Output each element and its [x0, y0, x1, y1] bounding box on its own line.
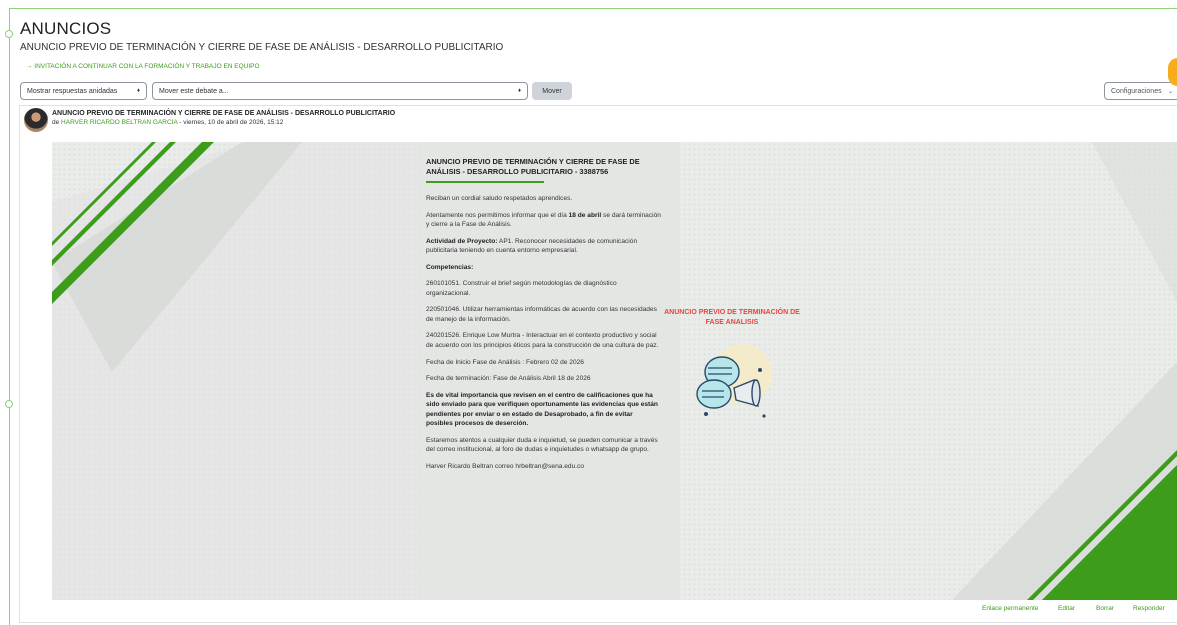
move-discussion-select[interactable]: Mover este debate a... ♦ [152, 82, 528, 100]
signature: Harver Ricardo Beltran correo hrbeltran@… [426, 462, 585, 470]
edit-link[interactable]: Editar [1058, 605, 1075, 612]
heading-underline [426, 180, 544, 183]
invite-link[interactable]: → INVITACIÓN A CONTINUAR CON LA FORMACIÓ… [26, 63, 260, 70]
post-author-link[interactable]: HARVER RICARDO BELTRAN GARCIA [61, 119, 177, 126]
activity-label: Actividad de Proyecto: [426, 237, 498, 245]
post-by: de [52, 119, 60, 126]
move-button[interactable]: Mover [532, 82, 572, 100]
activity-paragraph: Actividad de Proyecto: AP1. Reconocer ne… [426, 237, 661, 256]
megaphone-chat-icon [696, 344, 772, 418]
post-date: - viernes, 10 de abril de 2026, 15:12 [177, 119, 284, 126]
notification-badge[interactable] [1168, 58, 1177, 86]
sort-arrows-icon: ♦ [136, 88, 140, 94]
region-border-top [9, 8, 1177, 9]
region-handle-top [5, 30, 13, 38]
competencias-heading: Competencias: [426, 263, 661, 273]
reply-link[interactable]: Responder [1133, 605, 1165, 612]
end-date: Fecha de terminación: Fase de Análisis A… [426, 375, 591, 383]
post-meta: de HARVER RICARDO BELTRAN GARCIA - viern… [52, 119, 283, 126]
post-title: ANUNCIO PREVIO DE TERMINACIÓN Y CIERRE D… [52, 110, 396, 117]
page-title: ANUNCIOS [20, 19, 112, 38]
chevron-down-icon: ⌄ [1167, 88, 1173, 95]
sort-arrows-icon: ♦ [517, 88, 521, 94]
announcement-body: ANUNCIO PREVIO DE TERMINACIÓN Y CIERRE D… [426, 157, 661, 478]
delete-link[interactable]: Borrar [1096, 605, 1114, 612]
announcement-heading: ANUNCIO PREVIO DE TERMINACIÓN Y CIERRE D… [426, 157, 640, 176]
avatar[interactable] [24, 108, 48, 132]
important-text: Es de vital importancia que revisen en e… [426, 391, 658, 428]
closing-date-paragraph: Atentamente nos permitimos informar que … [426, 211, 661, 230]
side-title: ANUNCIO PREVIO DE TERMINACIÓN DE FASE AN… [664, 309, 800, 327]
important-notice: Es de vital importancia que revisen en e… [426, 391, 661, 429]
region-handle-middle [5, 400, 13, 408]
competencias-label: Competencias: [426, 263, 474, 271]
competency-3: 240201526. Enrique Low Murtra - Interact… [426, 332, 659, 349]
display-mode-select[interactable]: Mostrar respuestas anidadas ♦ [20, 82, 147, 100]
settings-dropdown[interactable]: Configuraciones ⌄ [1104, 82, 1177, 100]
move-discussion-value: Mover este debate a... [159, 87, 229, 95]
discussion-title: ANUNCIO PREVIO DE TERMINACIÓN Y CIERRE D… [20, 42, 504, 53]
closing-text-a: Atentamente nos permitimos informar que … [426, 211, 569, 219]
closing-date: 18 de abril [568, 211, 602, 219]
region-border-left [9, 8, 10, 625]
start-date: Fecha de Inicio Fase de Análisis : Febre… [426, 358, 584, 366]
settings-label: Configuraciones [1111, 87, 1162, 95]
competency-2: 220501046. Utilizar herramientas informá… [426, 306, 657, 323]
competency-1: 260101051. Construir el brief según meto… [426, 280, 617, 297]
contact-text: Estaremos atentos a cualquier duda e inq… [426, 436, 658, 454]
display-mode-value: Mostrar respuestas anidadas [27, 87, 118, 95]
greeting-text: Reciban un cordial saludo respetados apr… [426, 194, 573, 202]
permalink-link[interactable]: Enlace permanente [982, 605, 1038, 612]
